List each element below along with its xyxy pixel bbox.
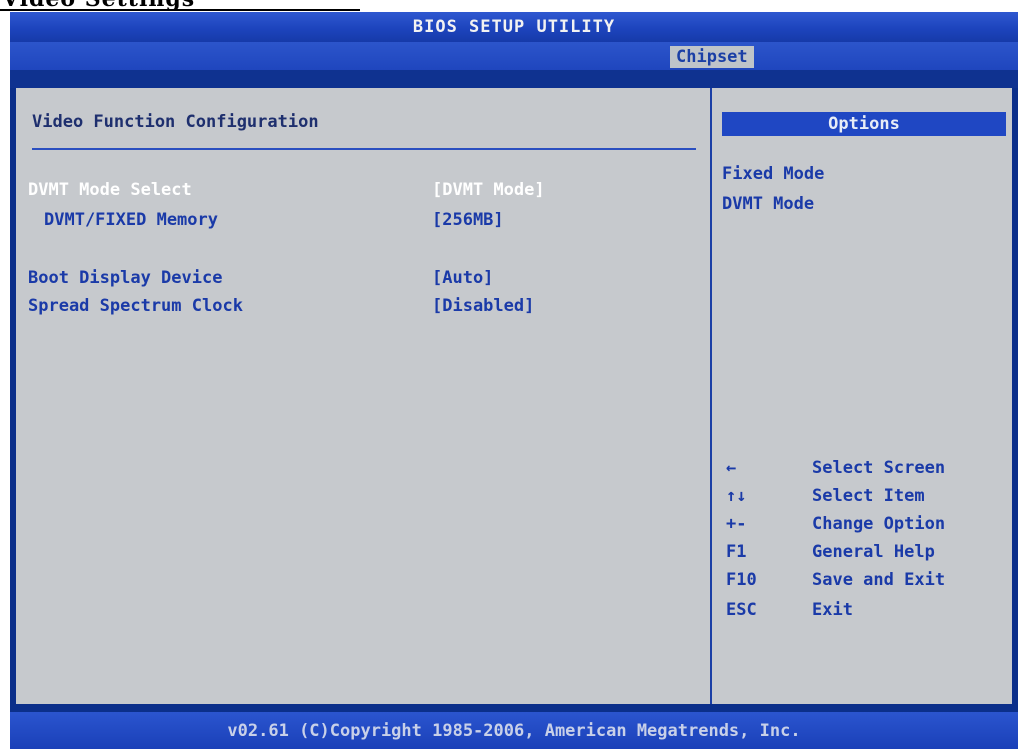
setting-row-dvmt-fixed-memory[interactable]: DVMT/FIXED Memory [256MB]	[28, 210, 698, 232]
key-label: ESC	[726, 600, 757, 620]
bios-screen: BIOS SETUP UTILITY Chipset Video Functio…	[10, 12, 1018, 749]
bios-title: BIOS SETUP UTILITY	[412, 17, 616, 37]
key-left-arrow-icon: ←	[726, 458, 737, 478]
setting-row-boot-display-device[interactable]: Boot Display Device [Auto]	[28, 268, 698, 290]
setting-label: DVMT Mode Select	[28, 180, 192, 200]
setting-label: Spread Spectrum Clock	[28, 296, 243, 316]
key-help-row: +- Change Option	[726, 514, 1006, 536]
setting-label: Boot Display Device	[28, 268, 223, 288]
key-description: Select Screen	[812, 458, 946, 478]
footer-bar: v02.61 (C)Copyright 1985-2006, American …	[10, 712, 1018, 749]
key-help-row: F1 General Help	[726, 542, 1006, 564]
key-help-row: ↑↓ Select Item	[726, 486, 1006, 508]
key-up-down-arrow-icon: ↑↓	[726, 486, 747, 506]
key-description: Exit	[812, 600, 853, 620]
key-label: F1	[726, 542, 747, 562]
key-description: Change Option	[812, 514, 946, 534]
section-divider	[32, 148, 696, 150]
section-title: Video Function Configuration	[32, 112, 319, 132]
key-description: Select Item	[812, 486, 925, 506]
setting-value[interactable]: [Disabled]	[432, 296, 534, 316]
key-plus-minus-icon: +-	[726, 514, 747, 534]
help-panel: Options Fixed Mode DVMT Mode ← Select Sc…	[712, 88, 1012, 704]
key-description: Save and Exit	[812, 570, 946, 590]
setting-value[interactable]: [Auto]	[432, 268, 493, 288]
tab-row: Chipset	[10, 42, 1018, 70]
cropped-header-underline	[0, 9, 360, 11]
key-label: F10	[726, 570, 757, 590]
setting-row-spread-spectrum-clock[interactable]: Spread Spectrum Clock [Disabled]	[28, 296, 698, 318]
main-settings-panel: Video Function Configuration DVMT Mode S…	[16, 88, 712, 704]
key-help-row: F10 Save and Exit	[726, 570, 1006, 592]
top-cropped-area: Video Settings	[0, 0, 1022, 12]
setting-value[interactable]: [DVMT Mode]	[432, 180, 545, 200]
options-header: Options	[722, 112, 1006, 136]
copyright-text: v02.61 (C)Copyright 1985-2006, American …	[227, 721, 801, 741]
setting-row-dvmt-mode-select[interactable]: DVMT Mode Select [DVMT Mode]	[28, 180, 698, 202]
key-help-row: ← Select Screen	[726, 458, 1006, 480]
setting-value[interactable]: [256MB]	[432, 210, 504, 230]
key-help-row: ESC Exit	[726, 600, 1006, 622]
tab-gap	[10, 70, 1018, 88]
option-item: Fixed Mode	[722, 164, 825, 184]
setting-label: DVMT/FIXED Memory	[44, 210, 218, 230]
option-item: DVMT Mode	[722, 194, 815, 214]
title-bar: BIOS SETUP UTILITY	[10, 12, 1018, 42]
key-description: General Help	[812, 542, 935, 562]
tab-chipset[interactable]: Chipset	[670, 46, 754, 68]
